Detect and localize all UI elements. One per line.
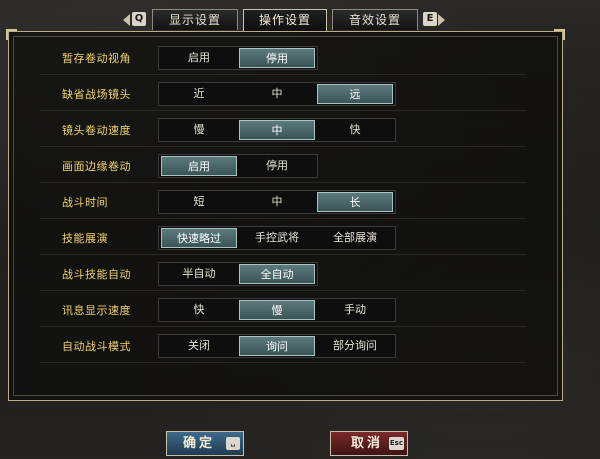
option-group: 快慢手动 [158, 298, 396, 322]
option-button[interactable]: 远 [317, 84, 393, 104]
confirm-button[interactable]: 确定 ␣ [166, 431, 244, 456]
option-button[interactable]: 手控武将 [239, 228, 315, 248]
setting-label: 战斗时间 [62, 196, 108, 209]
option-button[interactable]: 短 [161, 192, 237, 212]
setting-label: 技能展演 [62, 232, 108, 245]
space-key-icon: ␣ [226, 437, 240, 450]
option-group: 启用 停用 [158, 46, 318, 70]
option-button[interactable]: 停用 [239, 48, 315, 68]
option-button[interactable]: 近 [161, 84, 237, 104]
option-button[interactable]: 快速略过 [161, 228, 237, 248]
option-group: 短中长 [158, 190, 396, 214]
option-button[interactable]: 快 [161, 300, 237, 320]
option-button[interactable]: 启用 [161, 48, 237, 68]
row-divider [40, 290, 526, 291]
option-group: 慢中快 [158, 118, 396, 142]
setting-label: 镜头卷动速度 [62, 124, 131, 137]
corner-ornament-icon [6, 29, 17, 40]
row-divider [40, 182, 526, 183]
option-button[interactable]: 半自动 [161, 264, 237, 284]
row-divider [40, 146, 526, 147]
row-divider [40, 110, 526, 111]
option-button[interactable]: 慢 [161, 120, 237, 140]
row-divider [40, 254, 526, 255]
setting-label: 自动战斗模式 [62, 340, 131, 353]
option-button[interactable]: 手动 [317, 300, 393, 320]
confirm-label: 确定 [183, 436, 216, 451]
arrow-left-icon[interactable] [123, 14, 130, 26]
option-button[interactable]: 关闭 [161, 336, 237, 356]
cancel-button[interactable]: 取消 Esc [330, 431, 408, 456]
arrow-right-icon[interactable] [438, 14, 445, 26]
row-divider [40, 326, 526, 327]
cancel-label: 取消 [351, 436, 384, 451]
option-button[interactable]: 全部展演 [317, 228, 393, 248]
setting-label: 缺省战场镜头 [62, 88, 131, 101]
option-group: 关闭 询问 部分询问 [158, 334, 396, 358]
option-group: 启用 停用 [158, 154, 318, 178]
option-button[interactable]: 慢 [239, 300, 315, 320]
option-group: 半自动 全自动 [158, 262, 318, 286]
option-button[interactable]: 中 [239, 120, 315, 140]
esc-key-icon: Esc [388, 437, 404, 450]
option-group: 快速略过 手控武将 全部展演 [158, 226, 396, 250]
tab-bar: Q 显示设置 操作设置 音效设置 E [0, 9, 600, 32]
setting-label: 战斗技能自动 [62, 268, 131, 281]
row-divider [40, 74, 526, 75]
setting-label: 暂存卷动视角 [62, 52, 131, 65]
option-button[interactable]: 询问 [239, 336, 315, 356]
tab-control-settings[interactable]: 操作设置 [243, 9, 327, 32]
option-button[interactable]: 全自动 [239, 264, 315, 284]
tab-display-settings[interactable]: 显示设置 [152, 9, 238, 30]
option-button[interactable]: 停用 [239, 156, 315, 176]
prev-tab-key[interactable]: Q [132, 12, 146, 26]
row-divider [40, 362, 526, 363]
option-button[interactable]: 中 [239, 192, 315, 212]
option-button[interactable]: 长 [317, 192, 393, 212]
next-tab-key[interactable]: E [423, 12, 437, 26]
option-button[interactable]: 启用 [161, 156, 237, 176]
option-group: 近中远 [158, 82, 396, 106]
option-button[interactable]: 快 [317, 120, 393, 140]
row-divider [40, 218, 526, 219]
tab-sound-settings[interactable]: 音效设置 [332, 9, 418, 30]
setting-label: 讯息显示速度 [62, 304, 131, 317]
setting-label: 画面边缘卷动 [62, 160, 131, 173]
corner-ornament-icon [554, 29, 565, 40]
option-button[interactable]: 中 [239, 84, 315, 104]
option-button[interactable]: 部分询问 [317, 336, 393, 356]
